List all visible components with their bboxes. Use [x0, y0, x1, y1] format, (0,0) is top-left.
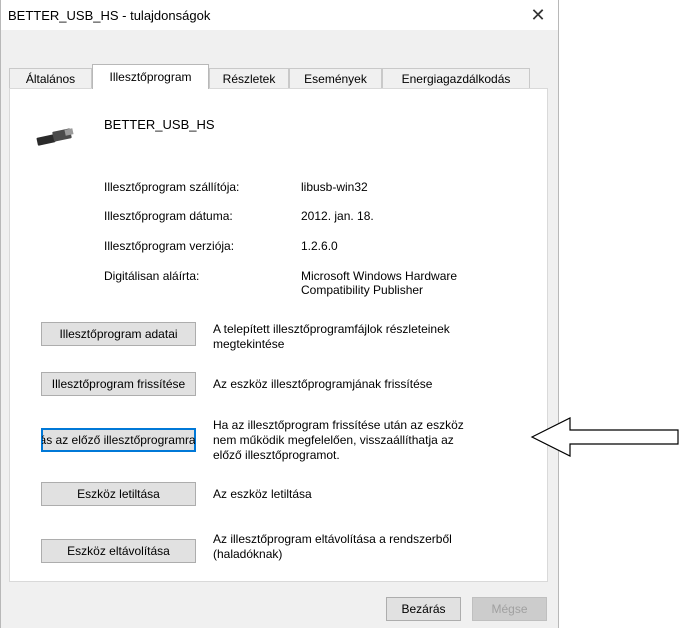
digital-signer-value-line2: Compatibility Publisher	[301, 283, 424, 297]
window-title: BETTER_USB_HS - tulajdonságok	[8, 8, 211, 23]
disable-device-button-label: Eszköz letiltása	[77, 487, 160, 501]
driver-details-description: A telepített illesztőprogramfájlok részl…	[213, 322, 533, 352]
description-line: előző illesztőprogramot.	[213, 448, 340, 462]
description-line: Az eszköz illesztőprogramjának frissítés…	[213, 377, 433, 391]
update-driver-button[interactable]: Illesztőprogram frissítése	[41, 372, 196, 396]
digital-signer-label: Digitálisan aláírta:	[104, 269, 200, 283]
driver-version-value: 1.2.6.0	[301, 239, 338, 253]
usb-plug-icon	[36, 128, 74, 146]
close-button[interactable]: Bezárás	[386, 597, 461, 621]
cancel-button[interactable]: Mégse	[472, 597, 547, 621]
driver-details-button[interactable]: Illesztőprogram adatai	[41, 322, 196, 346]
driver-version-label: Illesztőprogram verziója:	[104, 239, 235, 253]
driver-date-value: 2012. jan. 18.	[301, 209, 374, 223]
disable-device-description: Az eszköz letiltása	[213, 487, 533, 502]
description-line: Ha az illesztőprogram frissítése után az…	[213, 418, 464, 432]
update-driver-description: Az eszköz illesztőprogramjának frissítés…	[213, 377, 533, 392]
digital-signer-value-line1: Microsoft Windows Hardware	[301, 269, 458, 283]
driver-date-label: Illesztőprogram dátuma:	[104, 209, 233, 223]
tab-details[interactable]: Részletek	[209, 68, 289, 88]
roll-back-driver-button-label: Visszaállás az előző illesztőprogramra	[42, 433, 196, 447]
driver-provider-value: libusb-win32	[301, 180, 368, 194]
uninstall-device-button-label: Eszköz eltávolítása	[67, 544, 170, 558]
roll-back-driver-description: Ha az illesztőprogram frissítése után az…	[213, 418, 533, 463]
roll-back-driver-button[interactable]: Visszaállás az előző illesztőprogramra	[41, 428, 196, 452]
description-line: nem működik megfelelően, visszaállíthatj…	[213, 433, 454, 447]
properties-dialog: BETTER_USB_HS - tulajdonságok ✕ Általáno…	[0, 0, 559, 628]
device-name: BETTER_USB_HS	[104, 117, 215, 132]
tab-driver[interactable]: Illesztőprogram	[92, 64, 209, 89]
title-bar: BETTER_USB_HS - tulajdonságok ✕	[1, 0, 558, 30]
tab-general[interactable]: Általános	[9, 68, 92, 88]
pointer-arrow-icon	[530, 417, 679, 457]
uninstall-device-description: Az illesztőprogram eltávolítása a rendsz…	[213, 532, 533, 562]
driver-details-button-label: Illesztőprogram adatai	[59, 327, 178, 341]
description-line: (haladóknak)	[213, 547, 283, 561]
uninstall-device-button[interactable]: Eszköz eltávolítása	[41, 539, 196, 563]
disable-device-button[interactable]: Eszköz letiltása	[41, 482, 196, 506]
description-line: Az illesztőprogram eltávolítása a rendsz…	[213, 532, 452, 546]
description-line: Az eszköz letiltása	[213, 487, 312, 501]
update-driver-button-label: Illesztőprogram frissítése	[51, 377, 186, 391]
driver-provider-label: Illesztőprogram szállítója:	[104, 180, 240, 194]
description-line: A telepített illesztőprogramfájlok részl…	[213, 322, 450, 336]
tab-power-management[interactable]: Energiagazdálkodás	[382, 68, 530, 88]
close-icon[interactable]: ✕	[518, 0, 558, 30]
description-line: megtekintése	[213, 337, 285, 351]
tab-events[interactable]: Események	[289, 68, 382, 88]
